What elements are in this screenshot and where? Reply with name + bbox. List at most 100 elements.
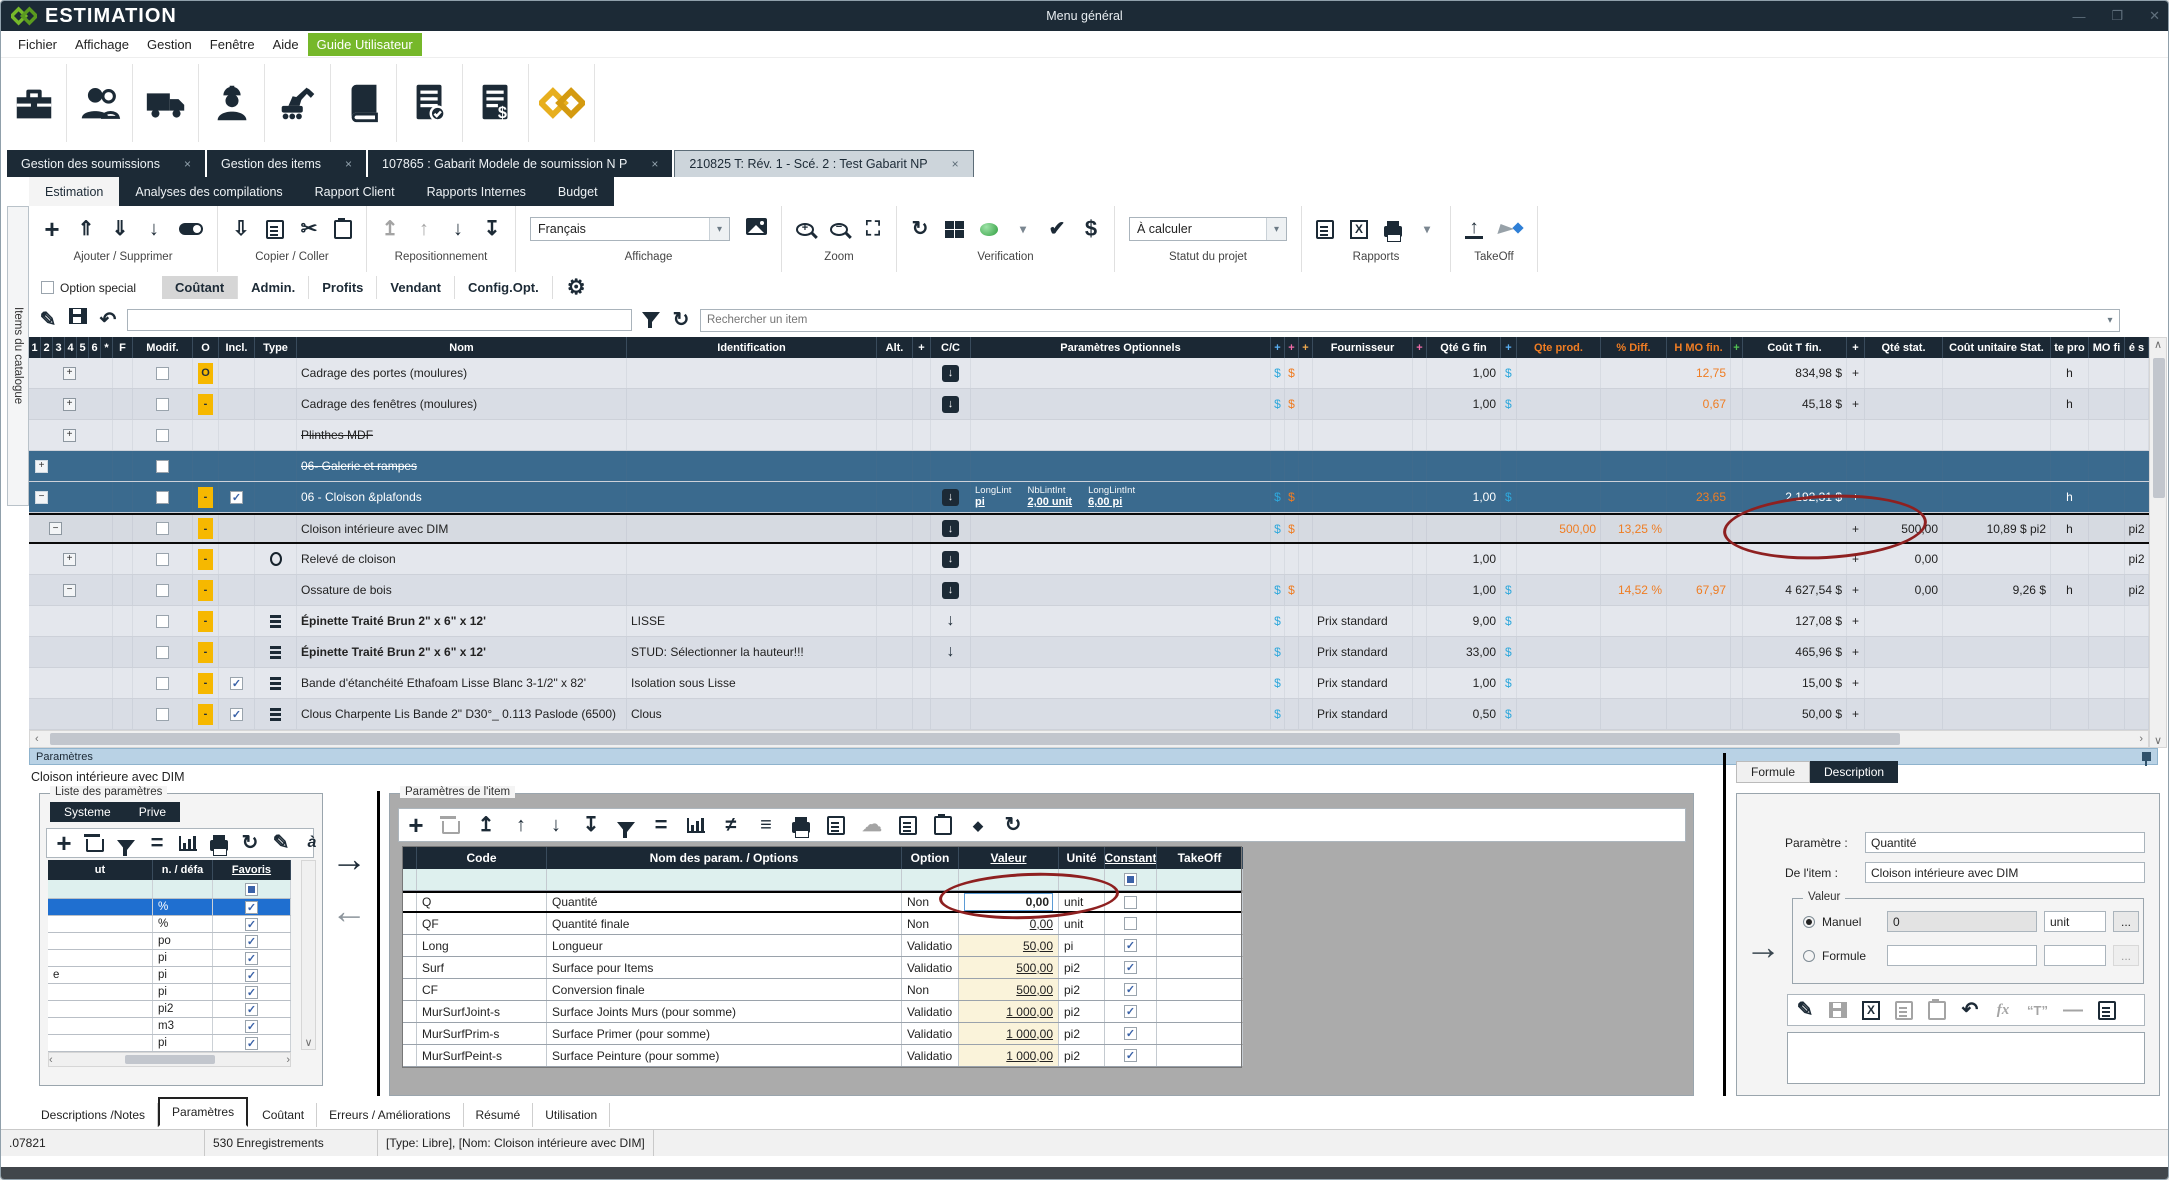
refresh-icon[interactable] — [1004, 813, 1022, 837]
column-header[interactable]: + — [1271, 337, 1285, 358]
param-value[interactable]: 6,00 pi — [1088, 496, 1135, 509]
column-header[interactable]: C/C — [931, 337, 971, 358]
bottom-tab-utilisation[interactable]: Utilisation — [533, 1103, 610, 1127]
insert-down-icon[interactable] — [111, 217, 129, 241]
column-header[interactable]: 5 — [77, 337, 89, 358]
column-header[interactable]: 6 — [89, 337, 101, 358]
column-header[interactable]: + — [1501, 337, 1517, 358]
not-equal-icon[interactable] — [722, 813, 740, 837]
zoom-fit-icon[interactable] — [864, 217, 882, 241]
chart-icon[interactable] — [687, 818, 705, 833]
column-header[interactable]: Nom — [297, 337, 627, 358]
column-header[interactable]: Qté stat. — [1865, 337, 1943, 358]
zoom-in-icon[interactable] — [796, 223, 814, 236]
column-header[interactable]: te pro — [2051, 337, 2089, 358]
constant-checkbox[interactable] — [1124, 917, 1137, 930]
import-down-icon[interactable] — [145, 217, 163, 241]
item-param-row[interactable]: QQuantitéNon0,00unit — [403, 891, 1241, 913]
row-selector[interactable] — [403, 979, 417, 1000]
check-icon[interactable] — [1048, 217, 1066, 241]
tree-expander-icon[interactable]: − — [63, 584, 76, 597]
column-header[interactable]: Alt. — [877, 337, 913, 358]
dash-icon[interactable] — [2063, 998, 2083, 1022]
tree-expander-icon[interactable]: + — [63, 367, 76, 380]
column-header[interactable]: F — [113, 337, 133, 358]
grid-row[interactable]: −-Ossature de bois↓$$1,00$14,52 %67,974 … — [29, 575, 2149, 606]
item-name-field[interactable]: Cloison intérieure avec DIM — [1865, 862, 2145, 883]
sidebar-tab-items-du-catalogue[interactable]: Items du catalogue — [7, 206, 29, 506]
column-header[interactable]: TakeOff — [1157, 847, 1243, 869]
manual-value-field[interactable]: 0 — [1887, 911, 2037, 932]
bottom-tab-param-tres[interactable]: Paramètres — [158, 1097, 248, 1127]
favoris-checkbox[interactable] — [245, 935, 258, 948]
grid-row[interactable]: -Bande d'étanchéité Ethafoam Lisse Blanc… — [29, 668, 2149, 699]
cc-arrow-icon[interactable]: ↓ — [942, 520, 959, 537]
param-valeur[interactable]: 500,00 — [959, 957, 1059, 978]
formule-radio[interactable] — [1803, 950, 1815, 962]
modif-checkbox[interactable] — [156, 615, 169, 628]
copy-icon[interactable] — [266, 220, 284, 239]
param-value[interactable]: 2,00 unit — [1027, 496, 1072, 509]
equal-icon[interactable] — [652, 813, 670, 837]
row-selector[interactable] — [403, 1045, 417, 1066]
dollar-icon[interactable] — [1082, 217, 1100, 241]
param-block[interactable]: LongLintpi — [975, 485, 1011, 510]
move-left-arrow-icon[interactable]: ← — [331, 893, 367, 929]
save-icon[interactable] — [69, 308, 87, 324]
menu-item-affichage[interactable]: Affichage — [66, 33, 138, 56]
param-list-row[interactable]: pi — [48, 984, 291, 1001]
text-quote-icon[interactable] — [2027, 998, 2048, 1022]
favoris-checkbox[interactable] — [245, 883, 258, 896]
chart-icon[interactable] — [179, 836, 197, 851]
refresh-icon[interactable] — [911, 217, 929, 241]
constant-checkbox[interactable] — [1124, 1005, 1137, 1018]
import-plus-icon[interactable] — [232, 217, 250, 241]
valeur-link[interactable]: 1 000,00 — [1006, 1049, 1053, 1063]
column-header[interactable]: * — [101, 337, 113, 358]
param-list-row[interactable]: m3 — [48, 1018, 291, 1035]
modif-checkbox[interactable] — [156, 584, 169, 597]
valeur-edit-input[interactable]: 0,00 — [964, 893, 1053, 911]
valeur-link[interactable]: 500,00 — [1016, 961, 1053, 975]
insert-up-icon[interactable] — [77, 217, 95, 241]
column-header[interactable]: + — [1731, 337, 1743, 358]
column-header[interactable]: Identification — [627, 337, 877, 358]
column-header[interactable]: + — [913, 337, 931, 358]
unit-field[interactable]: unit — [2044, 911, 2106, 932]
option-special-checkbox[interactable] — [41, 281, 54, 294]
tab-rapports-internes[interactable]: Rapports Internes — [411, 177, 542, 206]
column-header[interactable]: 4 — [65, 337, 77, 358]
maximize-icon[interactable]: ❒ — [2111, 8, 2123, 24]
scroll-down-icon[interactable]: ∨ — [2154, 734, 2162, 747]
menu-item-guide-utilisateur[interactable]: Guide Utilisateur — [308, 33, 422, 56]
favoris-checkbox[interactable] — [245, 901, 258, 914]
param-valeur[interactable]: 1 000,00 — [959, 1045, 1059, 1066]
move-down-icon[interactable] — [449, 217, 467, 241]
modif-checkbox[interactable] — [156, 553, 169, 566]
gear-icon[interactable] — [567, 276, 586, 300]
move-up-icon[interactable] — [415, 217, 433, 241]
modif-checkbox[interactable] — [156, 398, 169, 411]
cc-arrow-icon[interactable]: ↓ — [942, 582, 959, 599]
incl-checkbox[interactable] — [230, 708, 243, 721]
favoris-checkbox[interactable] — [245, 986, 258, 999]
column-header[interactable]: O — [193, 337, 219, 358]
constant-checkbox[interactable] — [1124, 939, 1137, 952]
soumission-verifiee-icon[interactable] — [397, 64, 463, 142]
column-header[interactable]: é s — [2125, 337, 2149, 358]
column-header[interactable]: n. / défa — [153, 860, 213, 880]
grid-row[interactable]: -Épinette Traité Brun 2" x 6" x 12'STUD:… — [29, 637, 2149, 668]
column-header[interactable]: Incl. — [219, 337, 255, 358]
cc-arrow-icon[interactable]: ↓ — [947, 643, 955, 661]
grid-row[interactable]: +Plinthes MDF — [29, 420, 2149, 451]
tree-expander-icon[interactable]: − — [49, 522, 62, 535]
column-header[interactable]: Qté G fin — [1427, 337, 1501, 358]
undo-icon[interactable] — [1961, 998, 1979, 1022]
delete-icon[interactable] — [442, 821, 460, 834]
upload-icon[interactable] — [1465, 219, 1483, 239]
excel-icon[interactable] — [1862, 1001, 1880, 1020]
param-valeur[interactable]: 0,00 — [959, 913, 1059, 934]
valeur-link[interactable]: 50,00 — [1023, 939, 1053, 953]
copy-icon[interactable] — [1895, 1001, 1913, 1020]
favoris-checkbox[interactable] — [245, 952, 258, 965]
